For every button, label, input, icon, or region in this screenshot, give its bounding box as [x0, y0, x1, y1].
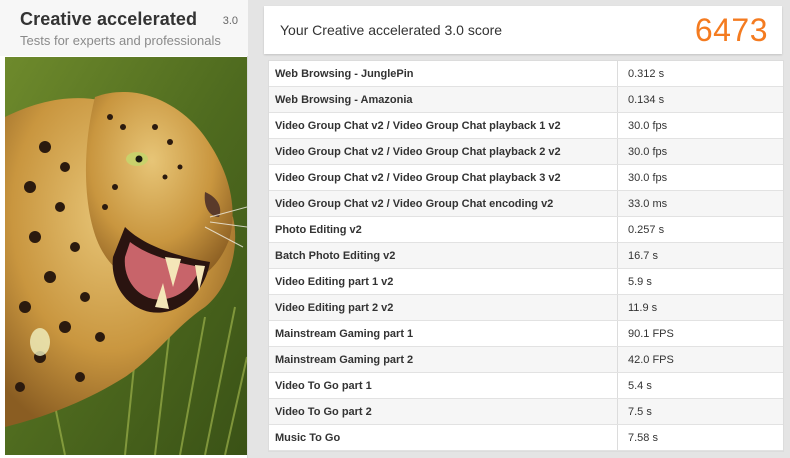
- test-name: Batch Photo Editing v2: [269, 243, 618, 268]
- test-result: 5.9 s: [628, 276, 652, 288]
- test-result: 30.0 fps: [628, 172, 668, 184]
- test-result: 11.9 s: [628, 302, 658, 314]
- score-summary: Your Creative accelerated 3.0 score 6473: [264, 6, 782, 54]
- test-name: Video Editing part 1 v2: [269, 269, 618, 294]
- test-result: 7.5 s: [628, 406, 652, 418]
- test-info-panel: Creative accelerated 3.0 Tests for exper…: [0, 0, 248, 458]
- test-name: Mainstream Gaming part 1: [269, 321, 618, 346]
- test-result: 42.0 FPS: [628, 354, 674, 366]
- table-row: Video Editing part 1 v2 5.9 s: [269, 269, 783, 295]
- test-name: Video To Go part 2: [269, 399, 618, 424]
- table-row: Video Group Chat v2 / Video Group Chat e…: [269, 191, 783, 217]
- leopard-artwork: [5, 57, 247, 455]
- test-subtitle: Tests for experts and professionals: [20, 33, 221, 48]
- test-result: 90.1 FPS: [628, 328, 674, 340]
- table-row: Web Browsing - JunglePin 0.312 s: [269, 61, 783, 87]
- table-row: Video Editing part 2 v2 11.9 s: [269, 295, 783, 321]
- overall-score: 6473: [694, 12, 768, 48]
- table-row: Web Browsing - Amazonia 0.134 s: [269, 87, 783, 113]
- table-row: Music To Go 7.58 s: [269, 425, 783, 451]
- test-name: Video Group Chat v2 / Video Group Chat p…: [269, 113, 618, 138]
- test-result: 0.257 s: [628, 224, 665, 236]
- test-name: Web Browsing - Amazonia: [269, 87, 618, 112]
- test-result: 30.0 fps: [628, 146, 668, 158]
- test-name: Video Editing part 2 v2: [269, 295, 618, 320]
- test-name: Music To Go: [269, 425, 618, 450]
- test-result: 5.4 s: [628, 380, 652, 392]
- test-header: Creative accelerated 3.0 Tests for exper…: [0, 0, 248, 56]
- test-name: Video Group Chat v2 / Video Group Chat p…: [269, 139, 618, 164]
- test-name: Video Group Chat v2 / Video Group Chat e…: [269, 191, 618, 216]
- test-result: 7.58 s: [628, 432, 658, 444]
- table-row: Batch Photo Editing v2 16.7 s: [269, 243, 783, 269]
- test-name: Mainstream Gaming part 2: [269, 347, 618, 372]
- test-result: 0.134 s: [628, 94, 665, 106]
- table-row: Video To Go part 1 5.4 s: [269, 373, 783, 399]
- score-label: Your Creative accelerated 3.0 score: [280, 22, 503, 38]
- table-row: Mainstream Gaming part 1 90.1 FPS: [269, 321, 783, 347]
- benchmark-result-view: Creative accelerated 3.0 Tests for exper…: [0, 0, 790, 458]
- test-result: 33.0 ms: [628, 198, 668, 210]
- table-row: Video To Go part 2 7.5 s: [269, 399, 783, 425]
- test-result: 16.7 s: [628, 250, 658, 262]
- test-name: Web Browsing - JunglePin: [269, 61, 618, 86]
- test-version: 3.0: [222, 15, 238, 27]
- test-result: 30.0 fps: [628, 120, 668, 132]
- table-row: Video Group Chat v2 / Video Group Chat p…: [269, 165, 783, 191]
- test-title: Creative accelerated: [20, 9, 198, 29]
- table-row: Mainstream Gaming part 2 42.0 FPS: [269, 347, 783, 373]
- test-result: 0.312 s: [628, 68, 665, 80]
- test-name: Photo Editing v2: [269, 217, 618, 242]
- table-row: Video Group Chat v2 / Video Group Chat p…: [269, 139, 783, 165]
- test-name: Video To Go part 1: [269, 373, 618, 398]
- results-table: Web Browsing - JunglePin 0.312 s Web Brows…: [268, 60, 784, 452]
- table-row: Video Group Chat v2 / Video Group Chat p…: [269, 113, 783, 139]
- test-name: Video Group Chat v2 / Video Group Chat p…: [269, 165, 618, 190]
- table-row: Photo Editing v2 0.257 s: [269, 217, 783, 243]
